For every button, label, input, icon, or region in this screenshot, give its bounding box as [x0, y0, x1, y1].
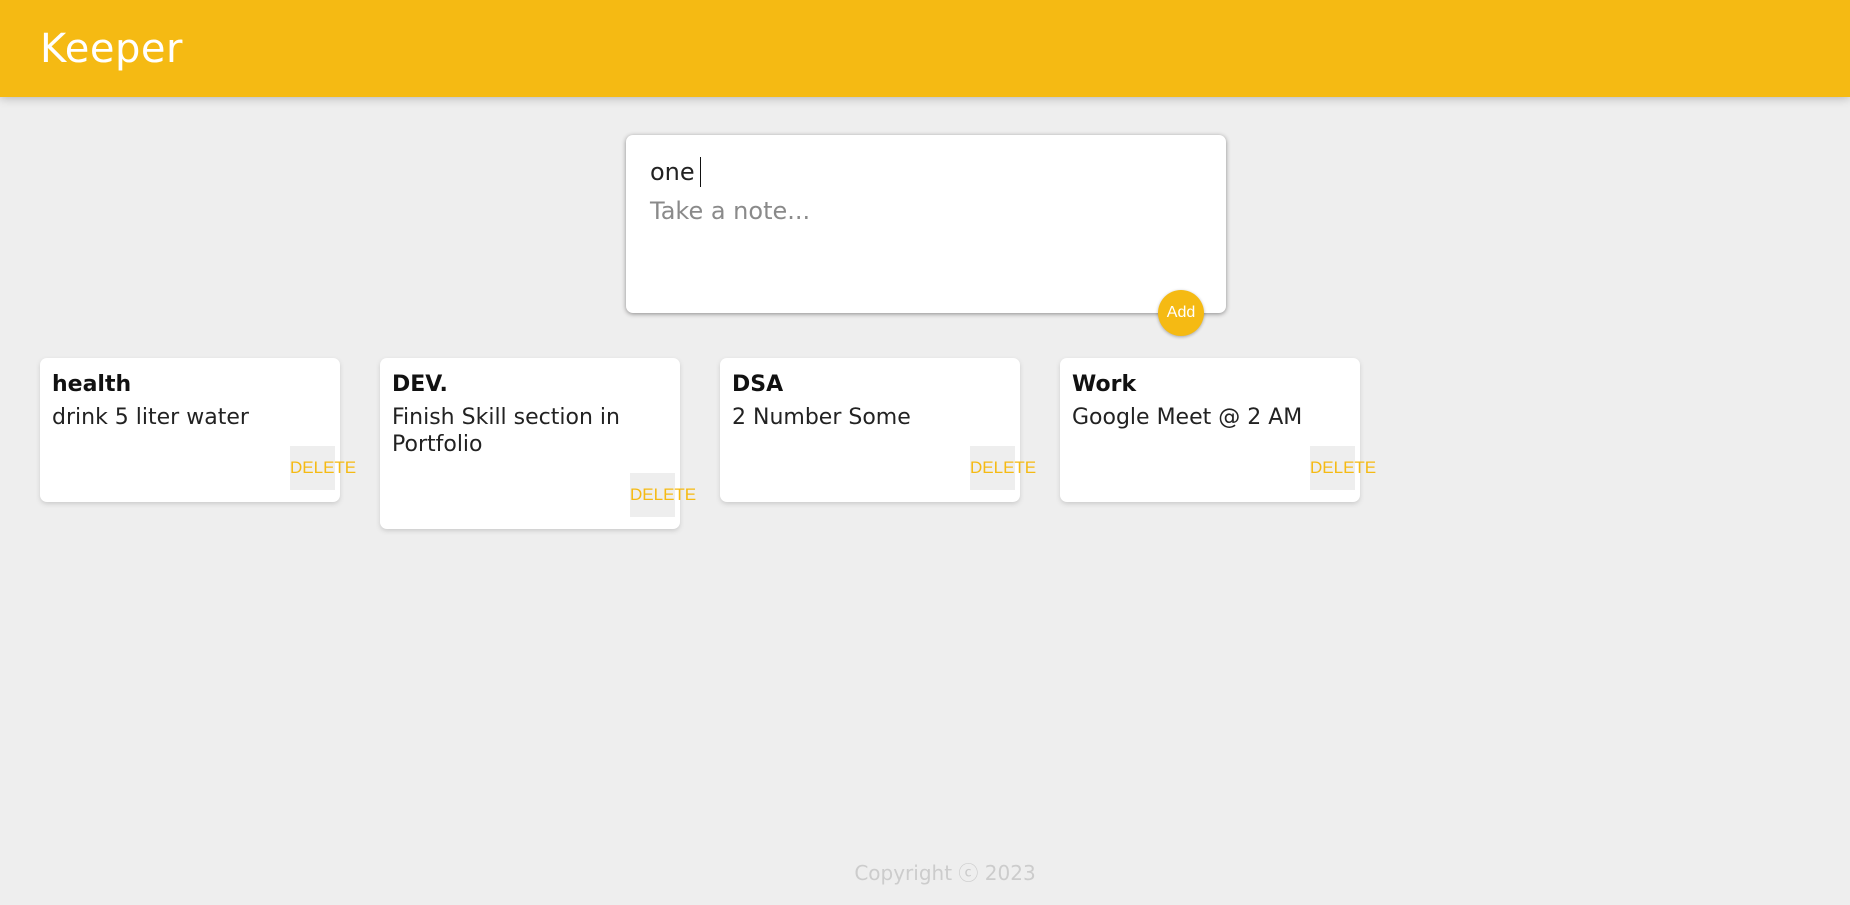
delete-label: DELETE: [970, 458, 1037, 477]
note-content: Google Meet @ 2 AM: [1072, 405, 1303, 430]
note-title-input[interactable]: one: [650, 157, 701, 187]
note-title: health: [52, 372, 132, 397]
note-content: drink 5 liter water: [52, 405, 249, 430]
delete-label: DELETE: [630, 485, 697, 504]
page-footer: Copyright ⓒ 2023: [0, 860, 1850, 886]
delete-label: DELETE: [290, 458, 357, 477]
delete-note-button[interactable]: DELETE: [630, 473, 696, 517]
note-card: DSA 2 Number Some DELETE: [720, 358, 1036, 502]
app-header: Keeper: [0, 0, 1850, 97]
delete-note-button[interactable]: DELETE: [290, 446, 356, 490]
note-content-textarea[interactable]: Take a note...: [650, 196, 810, 226]
note-content: Finish Skill section in Portfolio: [392, 405, 627, 457]
delete-note-button[interactable]: DELETE: [1310, 446, 1376, 490]
text-caret: [699, 157, 701, 187]
note-card: DEV. Finish Skill section in Portfolio D…: [380, 358, 696, 529]
copyright-text: Copyright ⓒ 2023: [854, 861, 1036, 885]
note-content: 2 Number Some: [732, 405, 911, 430]
note-title: DSA: [732, 372, 784, 397]
note-title: DEV.: [392, 372, 448, 397]
delete-label: DELETE: [1310, 458, 1377, 477]
delete-note-button[interactable]: DELETE: [970, 446, 1036, 490]
note-card: health drink 5 liter water DELETE: [40, 358, 356, 502]
add-note-button[interactable]: Add: [1158, 290, 1204, 336]
note-title: Work: [1072, 372, 1137, 397]
note-title-value: one: [650, 158, 695, 186]
note-card: Work Google Meet @ 2 AM DELETE: [1060, 358, 1376, 502]
app-title: Keeper: [40, 26, 183, 72]
